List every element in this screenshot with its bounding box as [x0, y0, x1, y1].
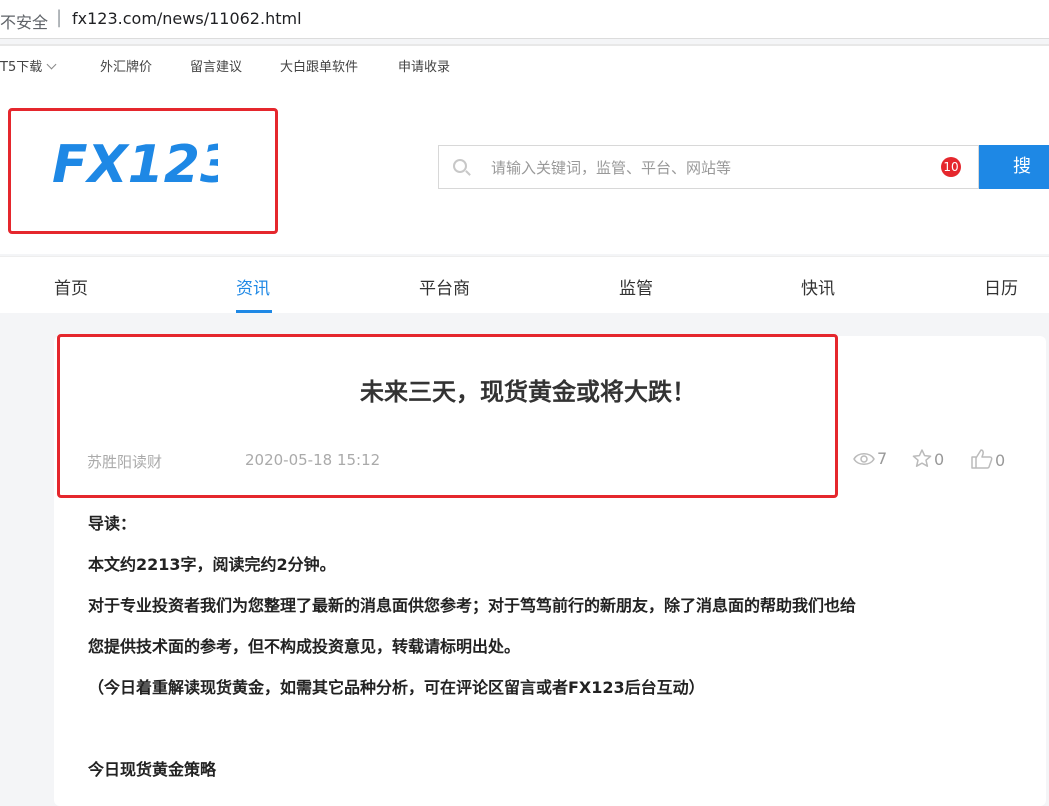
main-nav: 首页 资讯 平台商 监管 快讯 日历	[0, 256, 1049, 313]
search-input[interactable]	[489, 156, 913, 180]
article-paragraph: 您提供技术面的参考，但不构成投资意见，转载请标明出处。	[88, 637, 521, 656]
nav-item-calendar[interactable]: 日历	[984, 274, 1018, 299]
nav-item-home[interactable]: 首页	[54, 274, 88, 299]
article-title: 未来三天，现货黄金或将大跌！	[360, 378, 696, 406]
article-paragraph: 本文约2213字，阅读完约2分钟。	[88, 555, 336, 574]
article-author[interactable]: 苏胜阳读财	[87, 451, 162, 472]
views-stat: 7	[853, 449, 887, 468]
title-highlight-box	[57, 334, 838, 498]
toplink-apply-listing[interactable]: 申请收录	[398, 56, 450, 75]
nav-item-flash[interactable]: 快讯	[801, 274, 835, 299]
like-count: 0	[995, 451, 1006, 470]
toplink-t5-download[interactable]: T5下载	[0, 56, 57, 75]
thumbs-up-icon[interactable]	[971, 449, 993, 469]
address-bar[interactable]: 不安全 | fx123.com/news/11062.html	[0, 0, 1049, 39]
nav-item-regulation[interactable]: 监管	[619, 274, 653, 299]
favorite-count: 0	[934, 450, 945, 469]
article-date: 2020-05-18 15:12	[245, 451, 381, 469]
toplink-copy-trading[interactable]: 大白跟单软件	[280, 56, 358, 75]
insecure-label[interactable]: 不安全	[0, 9, 48, 33]
search-box	[438, 145, 979, 189]
logo-text: FX123	[52, 136, 218, 192]
eye-icon	[853, 453, 875, 465]
views-count: 7	[877, 449, 888, 468]
like-stat[interactable]: 0	[971, 449, 1005, 470]
toplink-forex-rates[interactable]: 外汇牌价	[100, 56, 152, 75]
article-lead-heading: 导读：	[88, 514, 137, 533]
url-text[interactable]: fx123.com/news/11062.html	[72, 9, 302, 28]
star-icon[interactable]	[912, 449, 932, 468]
nav-item-brokers[interactable]: 平台商	[419, 274, 470, 299]
top-links-bar: T5下载 外汇牌价 留言建议 大白跟单软件 申请收录	[0, 44, 1049, 84]
search-button[interactable]: 搜 索	[979, 145, 1049, 189]
chevron-down-icon	[46, 59, 57, 70]
nav-active-underline	[236, 310, 272, 313]
site-header: FX123 搜 索	[0, 84, 1049, 254]
fx123-logo[interactable]: FX123	[48, 136, 218, 192]
article-section-heading: 今日现货黄金策略	[88, 760, 217, 779]
search-icon	[453, 159, 467, 173]
address-separator: |	[56, 7, 63, 28]
article-paragraph: （今日着重解读现货黄金，如需其它品种分析，可在评论区留言或者FX123后台互动）	[88, 678, 705, 697]
nav-item-news[interactable]: 资讯	[236, 274, 270, 299]
favorite-stat[interactable]: 0	[912, 449, 944, 469]
notification-badge[interactable]: 10	[941, 157, 961, 177]
article-paragraph: 对于专业投资者我们为您整理了最新的消息面供您参考；对于笃笃前行的新朋友，除了消息…	[88, 596, 857, 615]
toplink-feedback[interactable]: 留言建议	[190, 56, 242, 75]
